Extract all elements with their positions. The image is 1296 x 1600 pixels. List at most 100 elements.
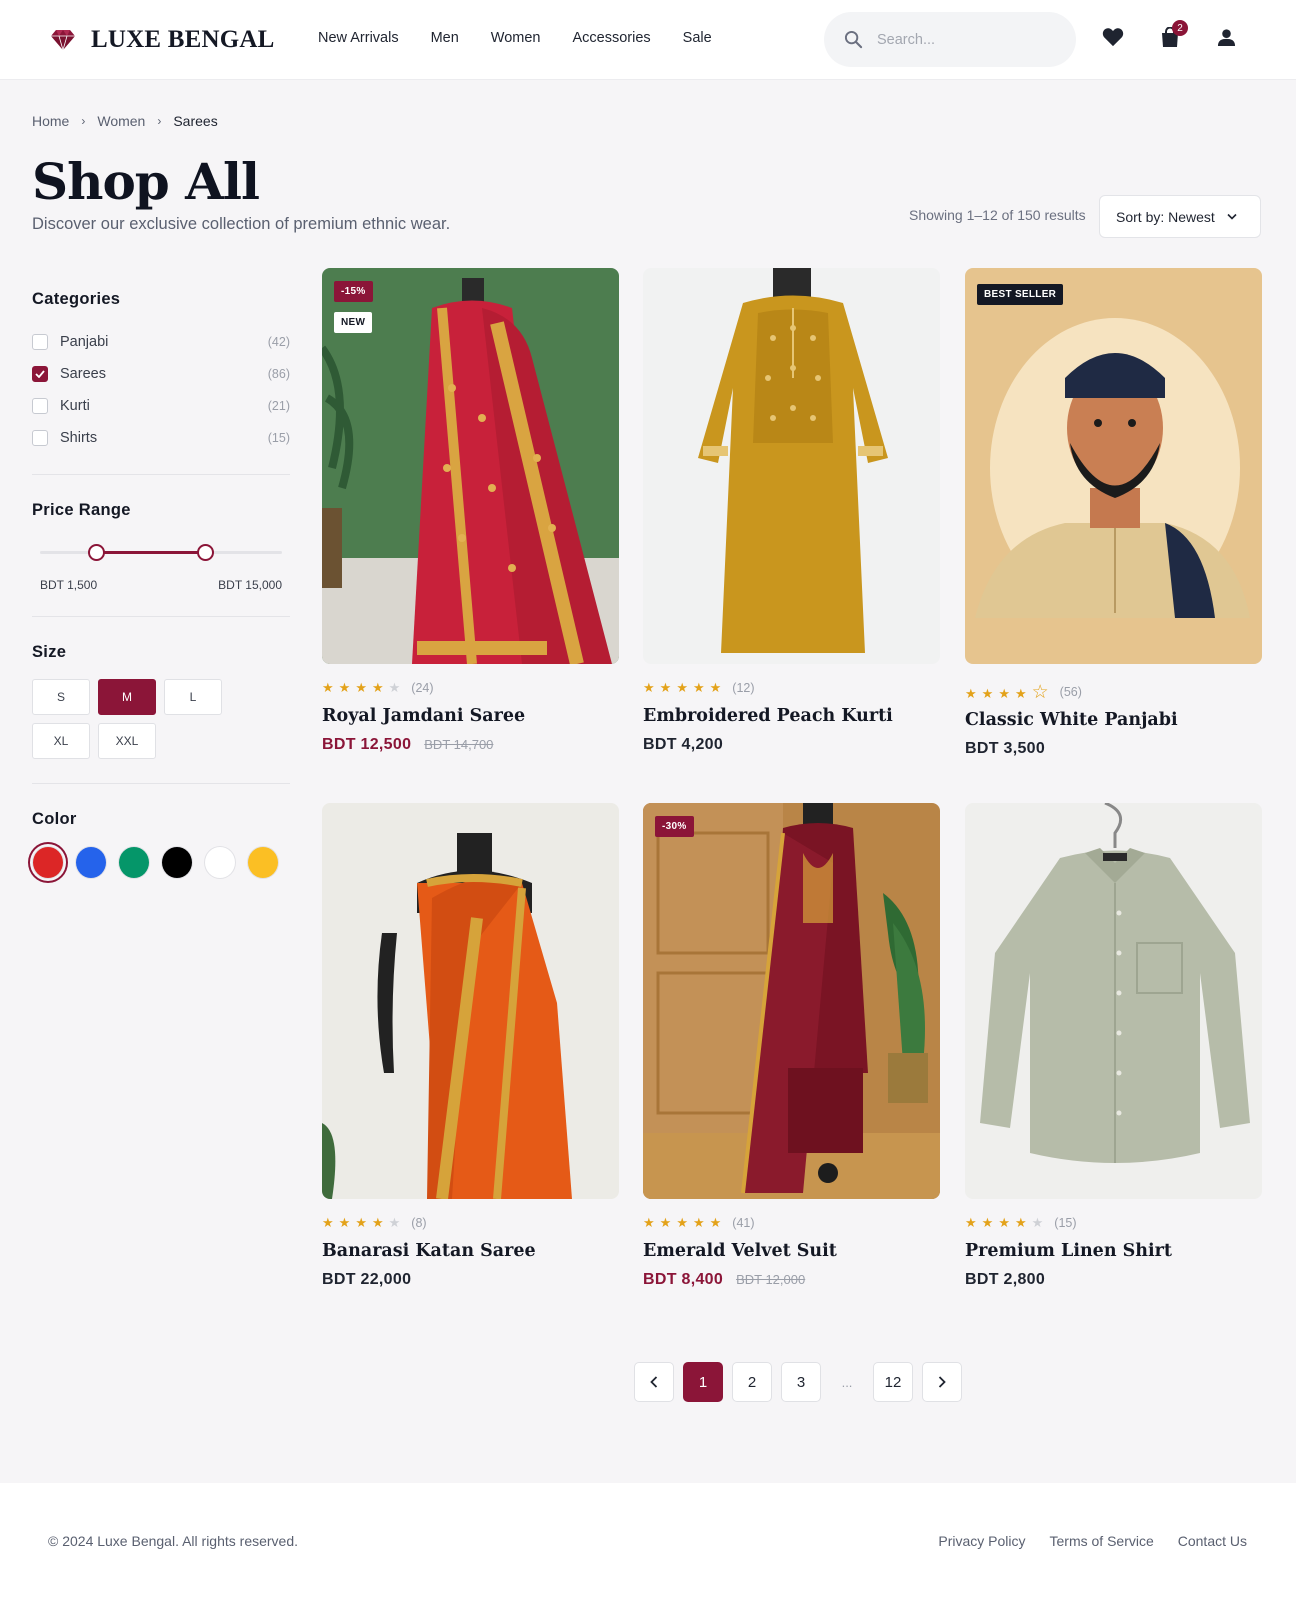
slider-thumb-min[interactable]: [87, 544, 105, 561]
color-swatch-yellow[interactable]: [247, 846, 279, 879]
product-image[interactable]: -15% NEW: [322, 268, 619, 664]
color-swatch-green[interactable]: [118, 846, 150, 879]
orange-saree-image: [322, 803, 619, 1199]
product-image[interactable]: [643, 268, 940, 664]
color-swatch-blue[interactable]: [75, 846, 107, 879]
star-icon: ★: [709, 680, 722, 695]
color-swatch-white[interactable]: [204, 846, 236, 879]
product-name[interactable]: Banarasi Katan Saree: [322, 1241, 619, 1261]
price-row: BDT 22,000: [322, 1271, 619, 1289]
checkbox[interactable]: [32, 334, 48, 350]
star-icon: ★: [322, 1215, 334, 1230]
color-swatch-red[interactable]: [32, 846, 64, 879]
breadcrumb-women[interactable]: Women: [97, 113, 145, 129]
checkbox[interactable]: [32, 430, 48, 446]
category-panjabi[interactable]: Panjabi (42): [32, 326, 290, 358]
product-image[interactable]: -30%: [643, 803, 940, 1199]
sort-label: Sort by: Newest: [1116, 208, 1215, 225]
star-icon: ★: [998, 1215, 1010, 1230]
page-1-button[interactable]: 1: [683, 1362, 723, 1402]
product-card[interactable]: -30% ★ ★ ★ ★ ★ (41) Emerald Velvet Suit BDT …: [643, 803, 940, 1289]
star-rating: ★ ★ ★ ★ ★: [322, 1214, 405, 1232]
star-rating: ★ ★ ★ ★ ★: [643, 679, 726, 697]
category-label: Shirts: [60, 430, 98, 446]
color-swatches: [32, 846, 290, 879]
size-heading: Size: [32, 643, 67, 661]
nav-women[interactable]: Women: [491, 30, 541, 46]
nav-sale[interactable]: Sale: [683, 30, 712, 46]
main-nav: New Arrivals Men Women Accessories Sale: [318, 30, 744, 46]
product-price: BDT 4,200: [643, 736, 724, 753]
slider-thumb-max[interactable]: [196, 544, 214, 561]
wishlist-button[interactable]: [1100, 24, 1126, 50]
divider: [32, 474, 290, 475]
page-3-button[interactable]: 3: [781, 1362, 821, 1402]
filter-sidebar: Categories Panjabi (42) Sarees (86) Kurt…: [32, 290, 290, 879]
prev-page-button[interactable]: [634, 1362, 674, 1402]
size-xl-button[interactable]: XL: [32, 723, 90, 759]
search-box: [824, 12, 1076, 67]
product-price: BDT 12,500: [322, 736, 412, 753]
star-icon: ★: [965, 685, 977, 701]
checkbox[interactable]: [32, 398, 48, 414]
category-label: Panjabi: [60, 334, 109, 350]
product-card[interactable]: -15% NEW ★ ★ ★ ★ ★ (24) Royal Jamdani Saree …: [322, 268, 619, 754]
price-labels: BDT 1,500 BDT 15,000: [32, 578, 290, 592]
next-page-button[interactable]: [922, 1362, 962, 1402]
page-title: Shop All: [32, 152, 260, 211]
divider: [32, 783, 290, 784]
size-l-button[interactable]: L: [164, 679, 222, 715]
results-count: Showing 1–12 of 150 results: [909, 207, 1086, 223]
cart-button[interactable]: 2: [1157, 20, 1188, 50]
category-sarees[interactable]: Sarees (86): [32, 358, 290, 390]
star-icon: ★: [676, 680, 688, 695]
search-input[interactable]: [877, 31, 1057, 48]
size-xxl-button[interactable]: XXL: [98, 723, 156, 759]
color-swatch-black[interactable]: [161, 846, 193, 879]
size-s-button[interactable]: S: [32, 679, 90, 715]
nav-men[interactable]: Men: [431, 30, 459, 46]
product-price: BDT 3,500: [965, 740, 1046, 757]
nav-new-arrivals[interactable]: New Arrivals: [318, 30, 399, 46]
size-m-button[interactable]: M: [98, 679, 156, 715]
product-image[interactable]: BEST SELLER: [965, 268, 1262, 664]
product-card[interactable]: BEST SELLER ★ ★ ★ ★ ☆ (56) Classic White Pan…: [965, 268, 1262, 758]
sort-dropdown[interactable]: Sort by: Newest: [1099, 195, 1261, 238]
checkbox-checked[interactable]: [32, 366, 48, 382]
star-icon: ☆: [1031, 681, 1049, 703]
star-icon: ★: [965, 1215, 977, 1230]
nav-accessories[interactable]: Accessories: [573, 30, 651, 46]
brand-name: LUXE BENGAL: [91, 26, 275, 53]
product-name[interactable]: Emerald Velvet Suit: [643, 1241, 940, 1261]
page-2-button[interactable]: 2: [732, 1362, 772, 1402]
terms-of-service-link[interactable]: Terms of Service: [1050, 1533, 1154, 1549]
color-heading: Color: [32, 810, 77, 828]
categories-heading: Categories: [32, 290, 121, 308]
star-icon: ★: [322, 680, 334, 695]
product-name[interactable]: Classic White Panjabi: [965, 710, 1262, 730]
product-card[interactable]: ★ ★ ★ ★ ★ (8) Banarasi Katan Saree BDT 22,00…: [322, 803, 619, 1289]
product-image[interactable]: [322, 803, 619, 1199]
price-row: BDT 3,500: [965, 740, 1262, 758]
category-shirts[interactable]: Shirts (15): [32, 422, 290, 454]
brand-logo[interactable]: LUXE BENGAL: [51, 26, 275, 54]
privacy-policy-link[interactable]: Privacy Policy: [938, 1533, 1025, 1549]
panjabi-illustration-image: [965, 268, 1262, 664]
star-icon: ★: [355, 1215, 367, 1230]
site-header: LUXE BENGAL New Arrivals Men Women Acces…: [0, 0, 1296, 80]
star-icon: ★: [998, 685, 1010, 701]
product-image[interactable]: [965, 803, 1262, 1199]
page-12-button[interactable]: 12: [873, 1362, 913, 1402]
breadcrumb-home[interactable]: Home: [32, 113, 69, 129]
product-name[interactable]: Royal Jamdani Saree: [322, 706, 619, 726]
product-name[interactable]: Embroidered Peach Kurti: [643, 706, 940, 726]
contact-us-link[interactable]: Contact Us: [1178, 1533, 1247, 1549]
product-card[interactable]: ★ ★ ★ ★ ★ (15) Premium Linen Shirt BDT 2,800: [965, 803, 1262, 1289]
product-card[interactable]: ★ ★ ★ ★ ★ (12) Embroidered Peach Kurti BDT 4…: [643, 268, 940, 754]
footer-links: Privacy Policy Terms of Service Contact …: [914, 1533, 1247, 1549]
account-button[interactable]: [1213, 24, 1239, 50]
star-icon: ★: [981, 1215, 994, 1230]
star-icon: ★: [1014, 685, 1027, 701]
product-name[interactable]: Premium Linen Shirt: [965, 1241, 1262, 1261]
category-kurti[interactable]: Kurti (21): [32, 390, 290, 422]
